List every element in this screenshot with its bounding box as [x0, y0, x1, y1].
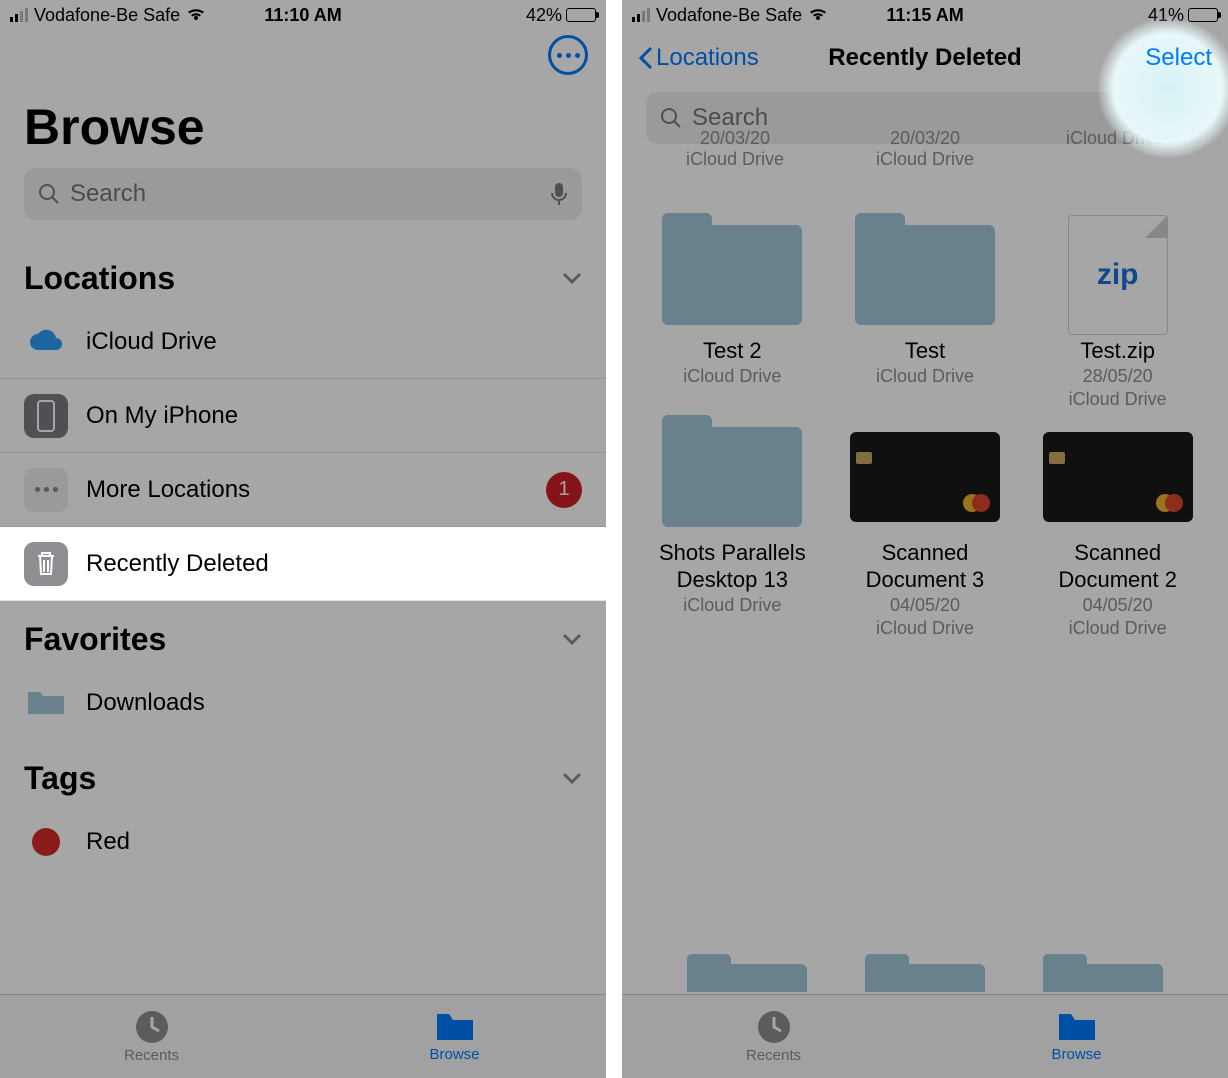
more-button[interactable]	[548, 35, 588, 75]
badge: 1	[546, 472, 582, 508]
partial-row-top: 20/03/20iCloud Drive 20/03/20iCloud Driv…	[622, 128, 1228, 170]
wifi-icon	[186, 7, 206, 23]
trash-icon	[24, 542, 68, 586]
tab-browse[interactable]: Browse	[925, 995, 1228, 1078]
folder-icon	[662, 427, 802, 527]
more-icon	[24, 468, 68, 512]
tag-red[interactable]: Red	[0, 805, 606, 879]
location-on-my-iphone[interactable]: On My iPhone	[0, 379, 606, 453]
red-dot-icon	[24, 820, 68, 864]
search-icon	[38, 183, 60, 205]
time-label: 11:15 AM	[886, 5, 963, 26]
tab-bar: Recents Browse	[622, 994, 1228, 1078]
nav-title: Recently Deleted	[828, 44, 1021, 72]
favorites-header[interactable]: Favorites	[0, 601, 606, 666]
location-icloud-drive[interactable]: iCloud Drive	[0, 305, 606, 379]
signal-icon	[10, 8, 28, 22]
folder-icon[interactable]	[687, 964, 807, 992]
phone-icon	[24, 394, 68, 438]
file-item-folder[interactable]: Shots Parallels Desktop 13 iCloud Drive	[640, 422, 825, 639]
clock-icon	[134, 1009, 170, 1045]
search-input[interactable]	[24, 168, 582, 220]
file-item-zip[interactable]: zip Test.zip 28/05/20 iCloud Drive	[1025, 220, 1210, 410]
chevron-down-icon	[562, 769, 582, 789]
folder-icon[interactable]	[1043, 964, 1163, 992]
folder-icon[interactable]	[865, 964, 985, 992]
page-title: Browse	[0, 80, 606, 168]
more-icon	[557, 53, 580, 58]
favorite-downloads[interactable]: Downloads	[0, 666, 606, 740]
nav-bar	[0, 30, 606, 80]
chevron-down-icon	[562, 269, 582, 289]
partial-row-bottom	[622, 964, 1228, 992]
cloud-icon	[24, 320, 68, 364]
select-button[interactable]: Select	[1145, 44, 1212, 72]
file-item-folder[interactable]: Test iCloud Drive	[833, 220, 1018, 410]
carrier-label: Vodafone-Be Safe	[656, 5, 802, 26]
file-item-document[interactable]: Scanned Document 3 04/05/20 iCloud Drive	[833, 422, 1018, 639]
signal-icon	[632, 8, 650, 22]
clock-icon	[756, 1009, 792, 1045]
wifi-icon	[808, 7, 828, 23]
folder-icon	[662, 225, 802, 325]
browse-screen: Vodafone-Be Safe 11:10 AM 42% Browse Loc…	[0, 0, 606, 1078]
location-recently-deleted[interactable]: Recently Deleted	[0, 527, 606, 601]
folder-icon	[855, 225, 995, 325]
folder-icon	[24, 681, 68, 725]
search-icon	[660, 107, 682, 129]
back-button[interactable]: Locations	[638, 44, 759, 72]
battery-pct: 42%	[526, 5, 562, 26]
location-more[interactable]: More Locations 1	[0, 453, 606, 527]
battery-icon	[1188, 8, 1218, 22]
folder-icon	[1057, 1010, 1097, 1044]
mic-icon[interactable]	[1172, 106, 1190, 130]
file-grid: Test 2 iCloud Drive Test iCloud Drive zi…	[622, 220, 1228, 639]
status-bar: Vodafone-Be Safe 11:10 AM 42%	[0, 0, 606, 30]
status-bar: Vodafone-Be Safe 11:15 AM 41%	[622, 0, 1228, 30]
zip-icon: zip	[1068, 215, 1168, 335]
card-thumbnail	[1043, 432, 1193, 522]
tags-header[interactable]: Tags	[0, 740, 606, 805]
search-field[interactable]	[70, 180, 540, 208]
carrier-label: Vodafone-Be Safe	[34, 5, 180, 26]
tab-browse[interactable]: Browse	[303, 995, 606, 1078]
mic-icon[interactable]	[550, 182, 568, 206]
folder-icon	[435, 1010, 475, 1044]
file-item[interactable]: iCloud Drive	[1020, 128, 1210, 170]
file-item-folder[interactable]: Test 2 iCloud Drive	[640, 220, 825, 410]
tab-bar: Recents Browse	[0, 994, 606, 1078]
file-item[interactable]: 20/03/20iCloud Drive	[830, 128, 1020, 170]
chevron-left-icon	[638, 46, 654, 70]
time-label: 11:10 AM	[264, 5, 341, 26]
battery-icon	[566, 8, 596, 22]
card-thumbnail	[850, 432, 1000, 522]
battery-pct: 41%	[1148, 5, 1184, 26]
nav-bar: Locations Recently Deleted Select	[622, 30, 1228, 86]
tab-recents[interactable]: Recents	[0, 995, 303, 1078]
file-item[interactable]: 20/03/20iCloud Drive	[640, 128, 830, 170]
chevron-down-icon	[562, 630, 582, 650]
tab-recents[interactable]: Recents	[622, 995, 925, 1078]
file-item-document[interactable]: Scanned Document 2 04/05/20 iCloud Drive	[1025, 422, 1210, 639]
locations-header[interactable]: Locations	[0, 240, 606, 305]
recently-deleted-screen: Vodafone-Be Safe 11:15 AM 41% Locations …	[622, 0, 1228, 1078]
